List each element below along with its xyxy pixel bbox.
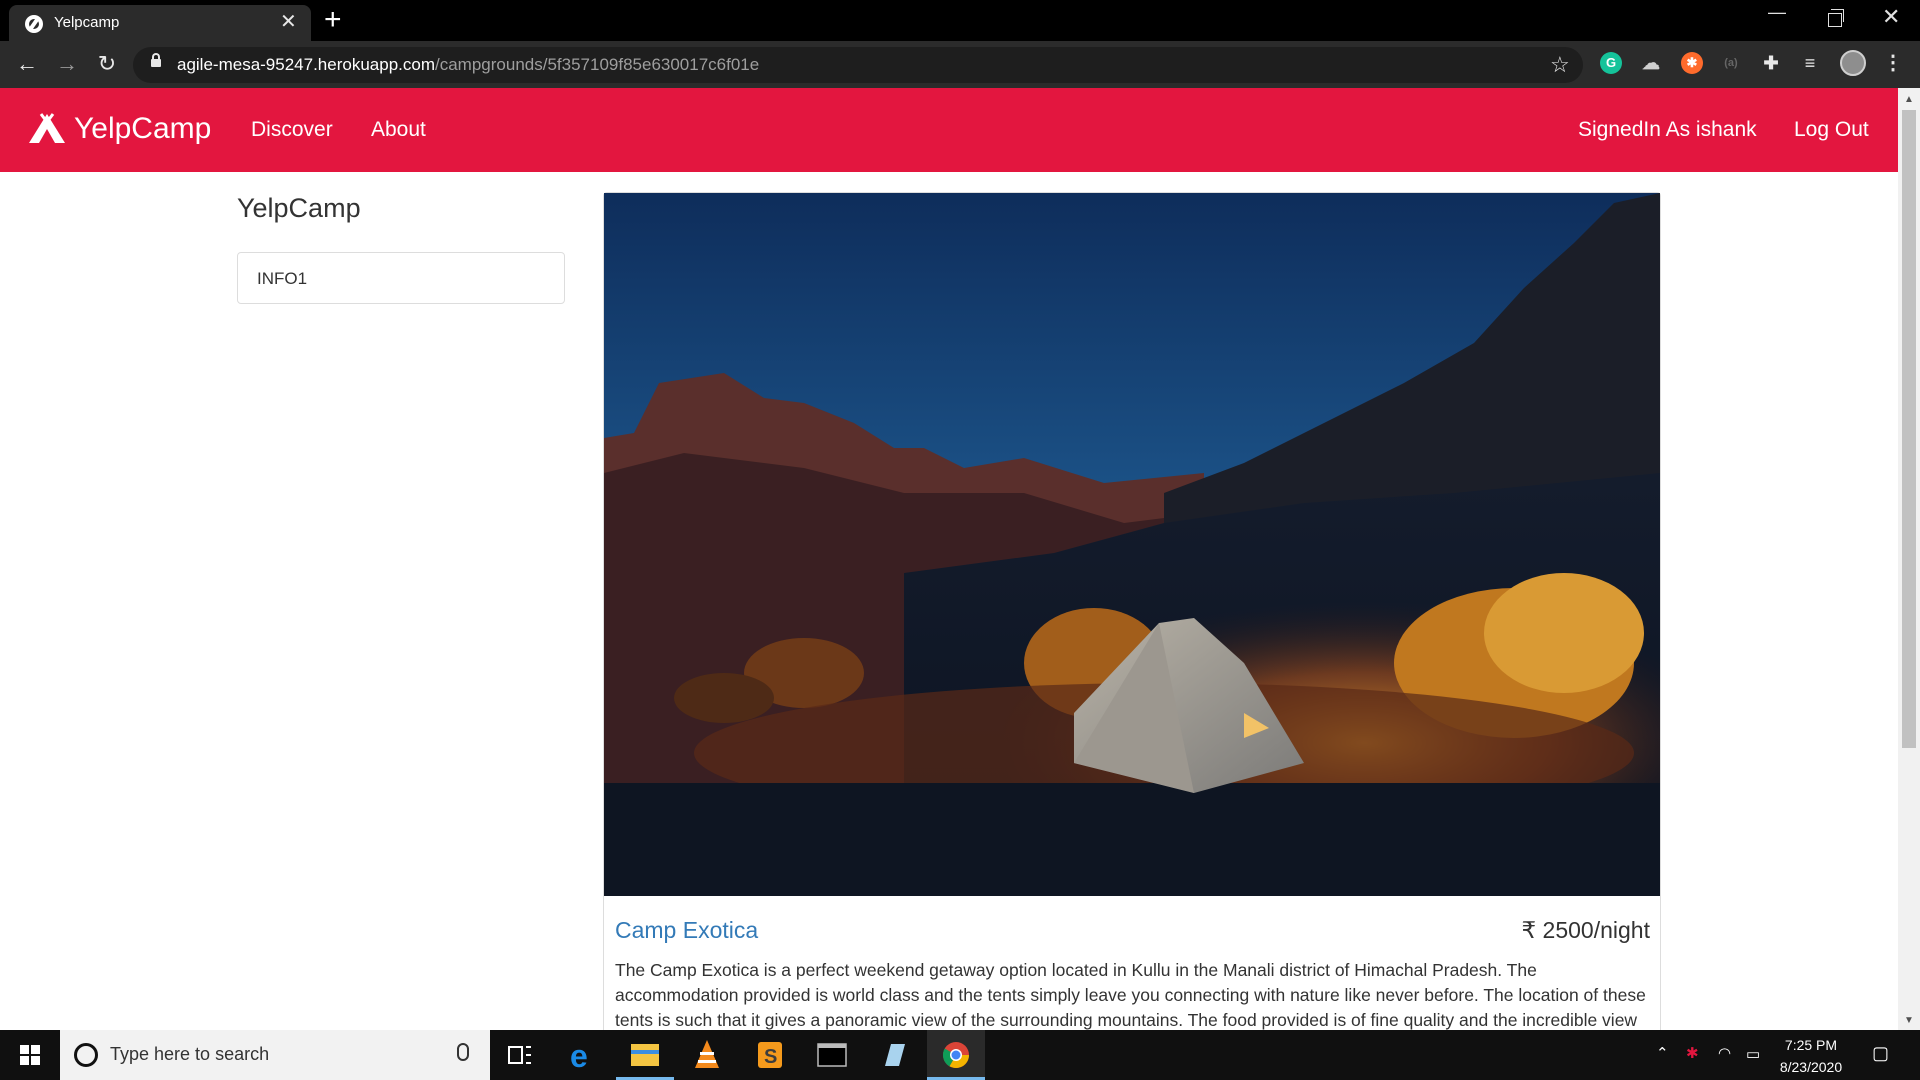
campground-description: The Camp Exotica is a perfect weekend ge… (615, 960, 1646, 1030)
close-window-button[interactable]: ✕ (1882, 4, 1900, 30)
address-bar[interactable]: agile-mesa-95247.herokuapp.com/campgroun… (133, 47, 1583, 83)
reload-icon[interactable]: ↻ (92, 49, 122, 79)
taskbar-search-placeholder: Type here to search (110, 1044, 270, 1064)
orange-extension-icon[interactable]: ✱ (1681, 52, 1703, 74)
notes-app-icon[interactable] (865, 1030, 923, 1080)
scrollbar-thumb[interactable] (1902, 110, 1916, 748)
site-navbar: YelpCamp Discover About SignedIn As isha… (0, 88, 1898, 172)
windows-start-button[interactable] (0, 1030, 60, 1080)
new-tab-button[interactable]: + (324, 3, 342, 37)
globe-icon (25, 15, 43, 33)
clock-date: 8/23/2020 (1779, 1059, 1843, 1075)
nav-link-about[interactable]: About (371, 118, 426, 142)
brand-name: YelpCamp (74, 112, 212, 145)
svg-text:e: e (570, 1038, 588, 1074)
file-explorer-icon[interactable] (616, 1030, 674, 1080)
terminal-icon[interactable] (803, 1030, 861, 1080)
forward-arrow-icon[interactable]: → (52, 49, 82, 79)
browser-menu-icon[interactable]: ⋮ (1882, 52, 1904, 74)
logout-link[interactable]: Log Out (1794, 118, 1869, 142)
signed-in-user[interactable]: SignedIn As ishank (1578, 118, 1757, 142)
lock-icon[interactable] (151, 53, 161, 67)
browser-tabstrip: Yelpcamp ✕ + — ✕ (0, 0, 1920, 41)
url-text[interactable]: agile-mesa-95247.herokuapp.com/campgroun… (177, 55, 759, 75)
edge-browser-icon[interactable]: e (553, 1030, 611, 1080)
campground-image (604, 193, 1660, 896)
microphone-icon[interactable] (457, 1043, 469, 1061)
sidebar-item-label: INFO1 (257, 269, 308, 288)
browser-tab[interactable]: Yelpcamp ✕ (9, 5, 311, 41)
gray-extension-icon[interactable]: (a) (1720, 52, 1742, 74)
sidebar-list-item-info1[interactable]: INFO1 (237, 252, 565, 304)
campground-name-link[interactable]: Camp Exotica (615, 917, 758, 944)
taskbar-search-box[interactable]: Type here to search (60, 1030, 490, 1080)
nav-link-discover[interactable]: Discover (251, 118, 333, 142)
url-host: agile-mesa-95247.herokuapp.com (177, 55, 435, 74)
restore-window-button[interactable] (1828, 9, 1844, 27)
extensions-puzzle-icon[interactable]: ✚ (1760, 52, 1782, 74)
close-tab-icon[interactable]: ✕ (280, 11, 297, 33)
media-control-icon[interactable]: ≡ (1799, 52, 1821, 74)
windows-taskbar: Type here to search e S ⌃ ✱ ◠ ▭ 7:25 PM … (0, 1030, 1920, 1080)
cloud-extension-icon[interactable]: ☁ (1640, 52, 1662, 74)
scroll-down-arrow-icon[interactable]: ▼ (1904, 1015, 1914, 1026)
back-arrow-icon[interactable]: ← (12, 49, 42, 79)
wifi-icon[interactable]: ◠ (1718, 1044, 1731, 1062)
campground-price: ₹ 2500/night (1521, 917, 1650, 943)
bookmark-star-icon[interactable]: ☆ (1550, 52, 1570, 78)
svg-text:S: S (764, 1046, 777, 1068)
battery-icon[interactable]: ▭ (1746, 1045, 1760, 1063)
page-viewport: YelpCamp Discover About SignedIn As isha… (0, 88, 1898, 1030)
taskbar-clock[interactable]: 7:25 PM 8/23/2020 (1765, 1034, 1857, 1078)
tent-icon (29, 113, 65, 143)
sublime-text-icon[interactable]: S (741, 1030, 799, 1080)
vlc-player-icon[interactable] (678, 1030, 736, 1080)
clock-time: 7:25 PM (1784, 1037, 1838, 1053)
grammarly-extension-icon[interactable]: G (1600, 52, 1622, 74)
profile-avatar[interactable] (1840, 50, 1866, 76)
tab-title: Yelpcamp (54, 14, 120, 31)
chrome-browser-icon[interactable] (927, 1030, 985, 1080)
scroll-up-arrow-icon[interactable]: ▲ (1904, 94, 1914, 105)
url-path: /campgrounds/5f357109f85e630017c6f01e (435, 55, 760, 74)
cortana-circle-icon (74, 1043, 98, 1067)
browser-toolbar: ← → ↻ agile-mesa-95247.herokuapp.com/cam… (0, 41, 1920, 88)
tray-app-icon[interactable]: ✱ (1686, 1044, 1699, 1062)
show-hidden-icons-chevron-icon[interactable]: ⌃ (1656, 1044, 1669, 1062)
minimize-window-button[interactable]: — (1768, 2, 1786, 23)
task-view-icon[interactable] (491, 1030, 549, 1080)
page-scrollbar[interactable]: ▲ ▼ (1898, 88, 1920, 1030)
sidebar-title: YelpCamp (237, 193, 361, 223)
notification-center-icon[interactable]: ▢ (1872, 1043, 1889, 1064)
